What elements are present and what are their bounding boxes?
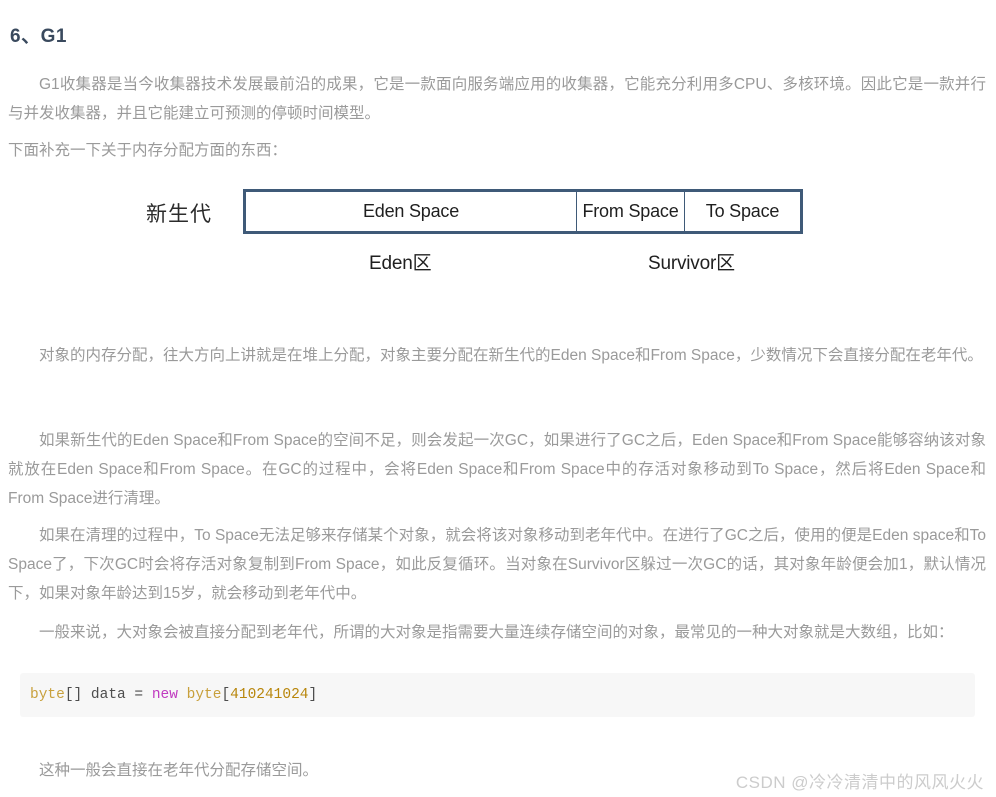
eden-zone-label: Eden区 xyxy=(369,253,432,274)
paragraph-promotion: 如果在清理的过程中，To Space无法足够来存储某个对象，就会将该对象移动到老… xyxy=(8,526,986,602)
paragraph-intro: G1收集器是当今收集器技术发展最前沿的成果，它是一款面向服务端应用的收集器，它能… xyxy=(8,75,986,122)
survivor-zone-label: Survivor区 xyxy=(648,253,735,274)
young-generation-label: 新生代 xyxy=(146,202,212,226)
code-block[interactable]: byte[] data = new byte[410241024] xyxy=(20,673,975,717)
code-token-ident: data xyxy=(90,687,126,703)
code-line: byte[] data = new byte[410241024] xyxy=(20,687,317,703)
code-token-plain: [] xyxy=(64,687,91,703)
paragraph-allocation: 对象的内存分配，往大方向上讲就是在堆上分配，对象主要分配在新生代的Eden Sp… xyxy=(39,346,983,364)
young-generation-box: Eden Space From Space To Space xyxy=(243,189,803,234)
to-space-cell: To Space xyxy=(684,192,800,231)
code-token-type: byte xyxy=(186,687,222,703)
code-token-plain: ] xyxy=(308,687,318,703)
document-page: 6、G1 G1收集器是当今收集器技术发展最前沿的成果，它是一款面向服务端应用的收… xyxy=(0,0,996,797)
paragraph-lead-in: 下面补充一下关于内存分配方面的东西： xyxy=(8,141,288,159)
paragraph-large-object: 一般来说，大对象会被直接分配到老年代，所谓的大对象是指需要大量连续存储空间的对象… xyxy=(39,623,954,641)
eden-space-cell: Eden Space xyxy=(362,201,460,221)
code-token-type: byte xyxy=(30,687,65,703)
code-token-keyword: new xyxy=(151,687,178,703)
csdn-watermark: CSDN @冷冷清清中的风风火火 xyxy=(735,773,984,792)
memory-layout-diagram: 新生代 Eden Space From Space To Space Eden区… xyxy=(0,186,996,286)
code-token-plain: [ xyxy=(221,687,231,703)
paragraph-gc-process: 如果新生代的Eden Space和From Space的空间不足，则会发起一次G… xyxy=(8,431,986,507)
code-token-plain: = xyxy=(125,687,152,703)
from-space-cell: From Space xyxy=(576,192,684,231)
page-heading: 6、G1 xyxy=(10,25,67,47)
code-token-number: 410241024 xyxy=(230,687,309,703)
